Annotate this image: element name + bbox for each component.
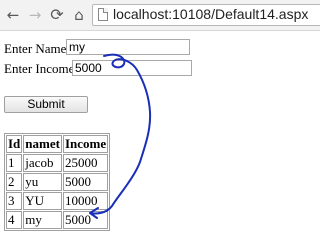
table-cell: 2 bbox=[6, 173, 23, 191]
table-row: 3 YU 10000 bbox=[6, 192, 109, 210]
table-cell: 10000 bbox=[62, 192, 109, 210]
table-cell: 3 bbox=[6, 192, 23, 210]
column-header: namet bbox=[23, 135, 62, 153]
column-header: Income bbox=[62, 135, 109, 153]
income-label: Enter Income: bbox=[4, 61, 78, 76]
reload-icon[interactable]: ⟳ bbox=[48, 6, 66, 24]
submit-button[interactable]: Submit bbox=[4, 96, 88, 113]
forward-arrow-icon[interactable]: → bbox=[26, 6, 44, 24]
income-input[interactable]: 5000 bbox=[72, 60, 192, 76]
table-cell: 4 bbox=[6, 211, 23, 229]
name-input[interactable]: my bbox=[66, 39, 190, 55]
name-label: Enter Name : bbox=[4, 41, 74, 56]
table-cell: jacob bbox=[23, 154, 62, 172]
table-cell: 5000 bbox=[62, 211, 109, 229]
table-cell: yu bbox=[23, 173, 62, 191]
browser-toolbar: ← → ⟳ ⌂ localhost:10108/Default14.aspx bbox=[0, 0, 320, 31]
table-cell: YU bbox=[23, 192, 62, 210]
table-row: 1 jacob 25000 bbox=[6, 154, 109, 172]
table-cell: 1 bbox=[6, 154, 23, 172]
page-icon bbox=[98, 8, 108, 21]
address-bar[interactable]: localhost:10108/Default14.aspx bbox=[92, 4, 320, 26]
table-row: 4 my 5000 bbox=[6, 211, 109, 229]
table-cell: 25000 bbox=[62, 154, 109, 172]
column-header: Id bbox=[6, 135, 23, 153]
results-table: Id namet Income 1 jacob 25000 2 yu 5000 … bbox=[4, 133, 111, 231]
url-text: localhost:10108/Default14.aspx bbox=[113, 6, 309, 22]
home-icon[interactable]: ⌂ bbox=[70, 6, 88, 24]
back-arrow-icon[interactable]: ← bbox=[4, 6, 22, 24]
table-cell: 5000 bbox=[62, 173, 109, 191]
table-header-row: Id namet Income bbox=[6, 135, 109, 153]
table-cell: my bbox=[23, 211, 62, 229]
table-row: 2 yu 5000 bbox=[6, 173, 109, 191]
